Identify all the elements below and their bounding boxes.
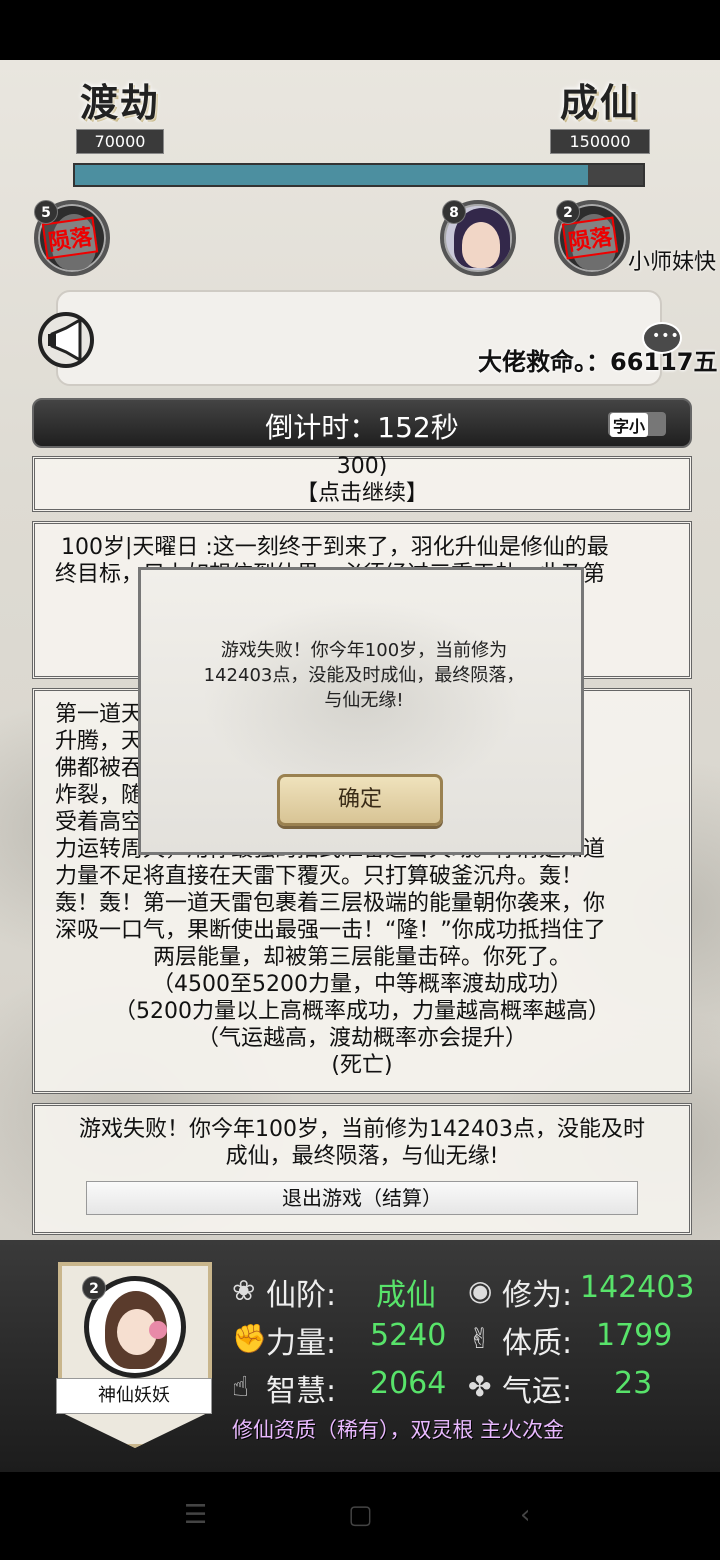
luck-value: 23: [614, 1366, 653, 1401]
exit-game-button[interactable]: 退出游戏（结算）: [86, 1181, 638, 1215]
physique-label: 体质:: [502, 1326, 573, 1361]
cultivation-aptitude: 修仙资质（稀有），双灵根 主火次金: [232, 1418, 565, 1442]
menu-icon[interactable]: ☰: [184, 1500, 207, 1530]
result-line-1: 游戏失败！你今年100岁，当前修为142403点，没能及时: [79, 1117, 645, 1142]
font-size-toggle-label: 字小: [610, 413, 649, 437]
chat-bubble-icon[interactable]: •••: [642, 322, 682, 354]
dialog-line-3: 与仙无缘!: [324, 690, 404, 711]
story-card-2-line1: 100岁|天曜日 :这一刻终于到来了，羽化升仙是修仙的最: [61, 535, 609, 560]
player-level-badge: 2: [82, 1276, 106, 1300]
countdown-bar: 倒计时：152秒 字小: [32, 398, 692, 448]
story-card-3-line: （4500至5200力量，中等概率渡劫成功）: [152, 972, 572, 997]
avatar-face: [462, 222, 500, 268]
milestone-left-title: 渡劫: [79, 81, 160, 125]
story-card-4: 游戏失败！你今年100岁，当前修为142403点，没能及时 成仙，最终陨落，与仙…: [32, 1103, 692, 1235]
luck-label: 气运:: [502, 1374, 573, 1409]
story-card-1[interactable]: 300) 【点击继续】: [32, 454, 692, 512]
story-card-3-line: 力量不足将直接在天雷下覆灭。只打算破釜沉舟。轰！: [55, 864, 584, 889]
wisdom-label: 智慧:: [266, 1374, 337, 1409]
cultivation-icon: ◉: [468, 1274, 493, 1307]
story-card-3-line: 两层能量，却被第三层能量击碎。你死了。: [152, 945, 571, 970]
dialog-message: 游戏失败！你今年100岁，当前修为 142403点，没能及时成仙，最终陨落， 与…: [181, 638, 547, 713]
npc-name-3: 小师妹快: [628, 250, 717, 275]
status-bar: [0, 0, 720, 60]
npc-badge-1: 5: [34, 200, 58, 224]
rank-value: 成仙: [376, 1278, 436, 1313]
story-card-3-line: （5200力量以上高概率成功，力量越高概率越高）: [114, 999, 610, 1024]
player-name: 神仙妖妖: [56, 1378, 212, 1414]
system-nav-bar: ☰ ▢ ‹: [0, 1472, 720, 1560]
home-icon[interactable]: ▢: [348, 1500, 373, 1530]
story-card-3-line: 轰！轰！第一道天雷包裹着三层极端的能量朝你袭来，你: [55, 891, 606, 916]
rank-icon: ❀: [232, 1274, 256, 1307]
story-card-3-line: (死亡): [331, 1053, 393, 1078]
back-icon[interactable]: ‹: [520, 1500, 530, 1530]
milestone-right: 成仙 150000: [550, 72, 650, 154]
story-card-3-line: 深吸一口气，果断使出最强一击！“隆！”你成功抵挡住了: [55, 918, 606, 943]
result-line-2: 成仙，最终陨落，与仙无缘!: [225, 1144, 499, 1169]
milestone-left-value: 70000: [75, 129, 165, 154]
chat-message: 大佬救命。：66117五: [478, 348, 718, 376]
npc-badge-3: 2: [556, 200, 580, 224]
luck-icon: ✤: [468, 1370, 492, 1403]
physique-value: 1799: [596, 1318, 673, 1353]
cultivation-label: 修为:: [502, 1278, 573, 1313]
npc-badge-2: 8: [442, 200, 466, 224]
physique-icon: ✌: [468, 1322, 492, 1355]
strength-value: 5240: [370, 1318, 447, 1353]
dialog-line-1: 游戏失败！你今年100岁，当前修为: [220, 640, 508, 661]
rank-label: 仙阶:: [266, 1278, 337, 1313]
continue-link[interactable]: 【点击继续】: [35, 480, 689, 507]
milestone-right-title: 成仙: [559, 81, 640, 125]
megaphone-icon[interactable]: [36, 310, 96, 370]
game-over-dialog: 游戏失败！你今年100岁，当前修为 142403点，没能及时成仙，最终陨落， 与…: [138, 567, 584, 855]
story-card-3-line: （气运越高，渡劫概率亦会提升）: [196, 1026, 527, 1051]
countdown-text: 倒计时：152秒: [265, 411, 459, 444]
cultivation-value: 142403: [580, 1270, 695, 1305]
font-size-toggle[interactable]: 字小: [608, 412, 666, 437]
dialog-line-2: 142403点，没能及时成仙，最终陨落，: [203, 665, 525, 686]
milestone-right-value: 150000: [550, 129, 650, 154]
wisdom-icon: ☝: [232, 1370, 250, 1403]
strength-label: 力量:: [266, 1326, 337, 1361]
confirm-button[interactable]: 确定: [277, 774, 443, 826]
cultivation-progress-bar: [73, 163, 645, 187]
progress-fill: [75, 165, 589, 185]
strength-icon: ✊: [232, 1322, 267, 1355]
milestone-left: 渡劫 70000: [70, 72, 170, 154]
story-card-1-line1: 300): [336, 454, 388, 479]
wisdom-value: 2064: [370, 1366, 447, 1401]
